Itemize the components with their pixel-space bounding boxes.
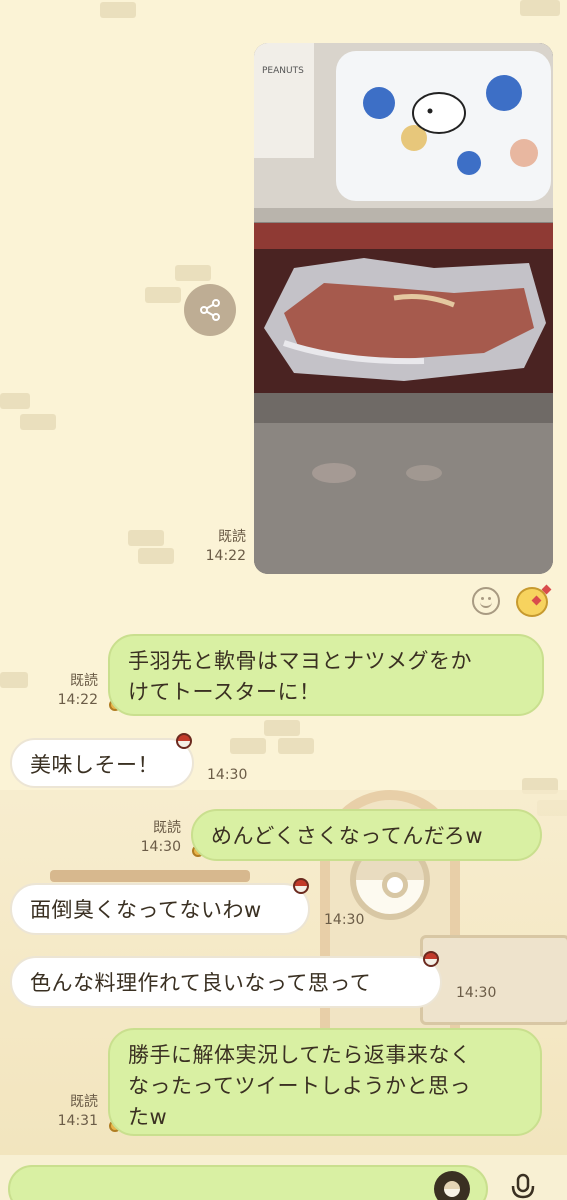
message-text-line: たw bbox=[128, 1105, 168, 1129]
message-input-bar bbox=[0, 1155, 567, 1200]
timestamp: 14:30 bbox=[324, 912, 365, 928]
message-bubble-sent[interactable]: 手羽先と軟骨はマヨとナツメグをか けてトースターに！ bbox=[108, 634, 544, 716]
message-bubble-received[interactable]: 面倒臭くなってないわw bbox=[10, 883, 310, 935]
message-meta: 既読 14:22 bbox=[46, 672, 98, 710]
timestamp: 14:30 bbox=[456, 985, 497, 1001]
message-text-line: 手羽先と軟骨はマヨとナツメグをか bbox=[128, 649, 472, 673]
message-text-line: なったってツイートしようかと思っ bbox=[128, 1074, 471, 1098]
message-meta: 既読 14:31 bbox=[52, 1093, 98, 1131]
message-text-line: 勝手に解体実況してたら返事来なく bbox=[128, 1043, 472, 1067]
message-text: 面倒臭くなってないわw bbox=[30, 898, 262, 922]
share-icon bbox=[200, 299, 220, 321]
message-text: めんどくさくなってんだろw bbox=[211, 824, 484, 848]
read-status: 既読 bbox=[218, 529, 246, 545]
message-input[interactable] bbox=[8, 1165, 488, 1200]
timestamp: 14:22 bbox=[57, 692, 98, 708]
pokeball-pin-icon bbox=[176, 733, 192, 749]
reaction-smiley-icon[interactable] bbox=[472, 587, 500, 615]
message-bubble-received[interactable]: 美味しそー！ bbox=[10, 738, 194, 788]
photo-box-text: PEANUTS bbox=[262, 66, 304, 76]
share-button[interactable] bbox=[184, 284, 236, 336]
message-meta: 既読 14:30 bbox=[135, 819, 181, 857]
pokeball-pin-icon bbox=[423, 951, 439, 967]
pokeball-button[interactable] bbox=[434, 1171, 470, 1200]
microphone-icon[interactable] bbox=[510, 1173, 536, 1200]
message-bubble-sent[interactable]: めんどくさくなってんだろw bbox=[191, 809, 542, 861]
read-status: 既読 bbox=[70, 1094, 98, 1110]
pokeball-icon bbox=[441, 1178, 463, 1200]
read-status: 既読 bbox=[153, 820, 181, 836]
sent-photo[interactable]: PEANUTS bbox=[254, 43, 553, 574]
timestamp: 14:22 bbox=[205, 548, 246, 564]
message-text: 色んな料理作れて良いなって思って bbox=[30, 971, 372, 995]
message-bubble-received[interactable]: 色んな料理作れて良いなって思って bbox=[10, 956, 442, 1008]
pokeball-pin-icon bbox=[293, 878, 309, 894]
message-text-line: けてトースターに！ bbox=[128, 680, 321, 704]
timestamp: 14:31 bbox=[57, 1113, 98, 1129]
timestamp: 14:30 bbox=[207, 767, 248, 783]
message-text: 美味しそー！ bbox=[30, 753, 159, 777]
timestamp: 14:30 bbox=[140, 839, 181, 855]
photo-meta: 既読 14:22 bbox=[196, 528, 246, 566]
message-bubble-sent[interactable]: 勝手に解体実況してたら返事来なく なったってツイートしようかと思っ たw bbox=[108, 1028, 542, 1136]
read-status: 既読 bbox=[70, 673, 98, 689]
